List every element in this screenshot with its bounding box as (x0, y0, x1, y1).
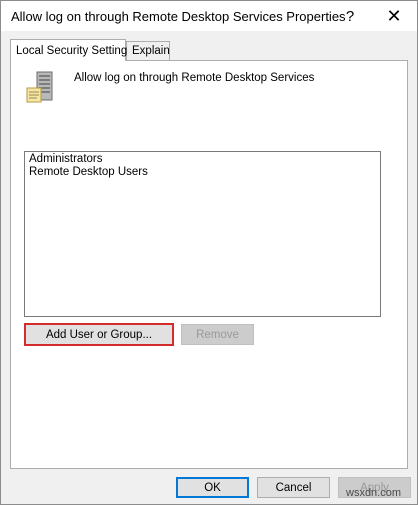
tab-local-security-setting[interactable]: Local Security Setting (10, 39, 128, 61)
title-bar: Allow log on through Remote Desktop Serv… (1, 1, 417, 31)
policy-name: Allow log on through Remote Desktop Serv… (74, 72, 315, 84)
list-item[interactable]: Administrators (29, 153, 376, 166)
members-listbox[interactable]: Administrators Remote Desktop Users (24, 151, 381, 317)
server-policy-icon (26, 71, 53, 103)
watermark: wsxdn.com (346, 487, 402, 499)
tab-panel: Allow log on through Remote Desktop Serv… (10, 60, 408, 469)
window-title: Allow log on through Remote Desktop Serv… (11, 9, 346, 24)
ok-button[interactable]: OK (176, 477, 249, 498)
cancel-button[interactable]: Cancel (257, 477, 330, 498)
tab-label: Local Security Setting (16, 44, 128, 57)
properties-dialog: Allow log on through Remote Desktop Serv… (0, 0, 418, 505)
help-button[interactable]: ? (333, 1, 367, 31)
list-item[interactable]: Remote Desktop Users (29, 166, 376, 179)
tab-label: Explain (132, 45, 170, 57)
tab-explain[interactable]: Explain (126, 41, 170, 60)
close-button[interactable]: ✕ (377, 1, 411, 31)
remove-button[interactable]: Remove (181, 324, 254, 345)
add-user-or-group-button[interactable]: Add User or Group... (24, 323, 174, 346)
